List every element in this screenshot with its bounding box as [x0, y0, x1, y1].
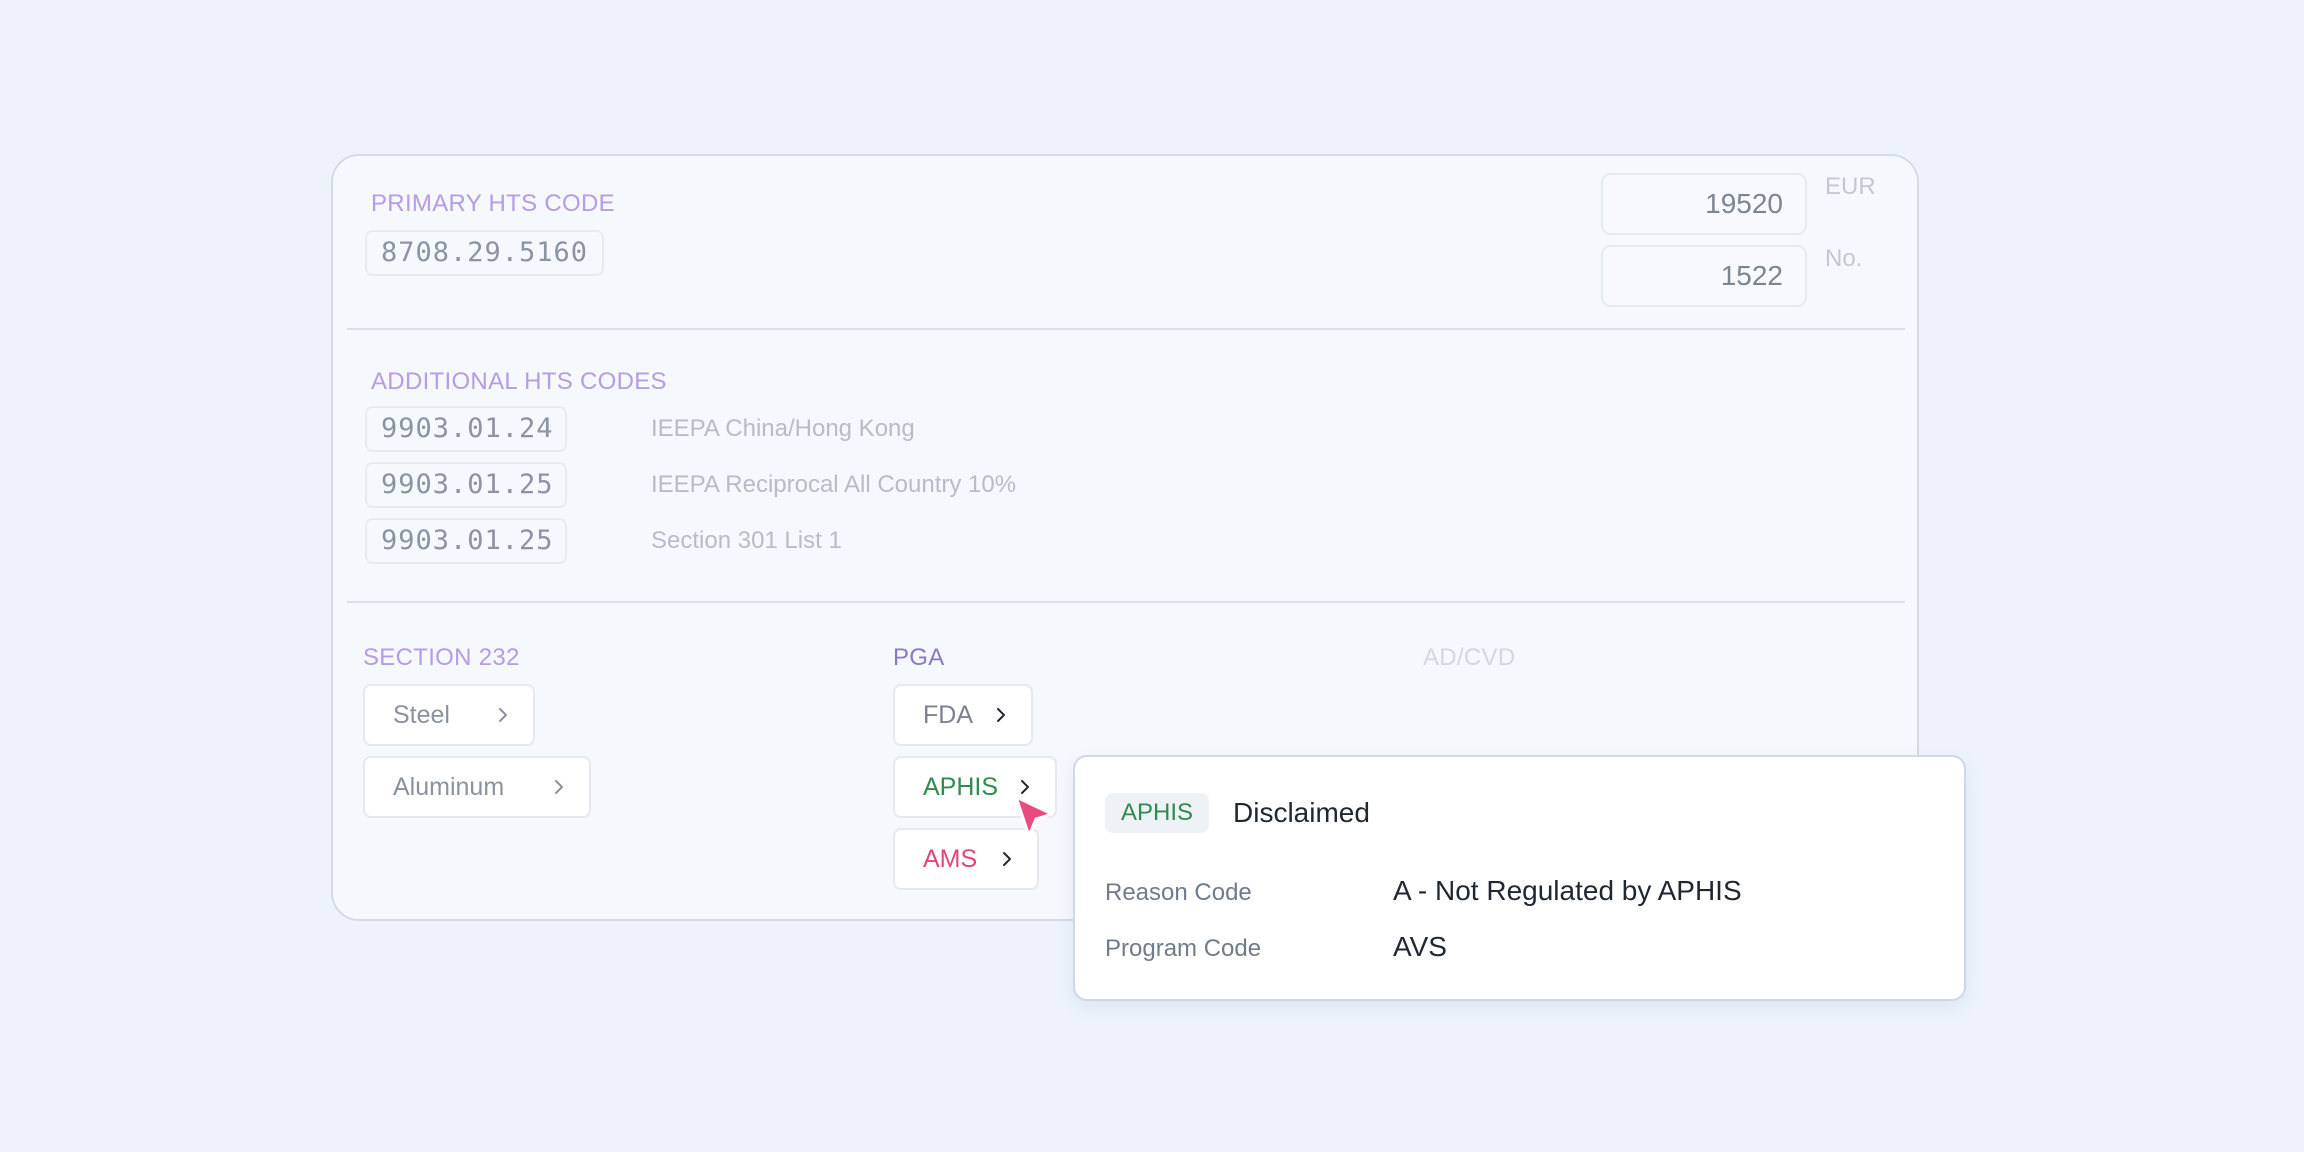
adcvd-label: AD/CVD	[1423, 644, 1516, 671]
popover-key-program: Program Code	[1105, 935, 1262, 962]
additional-hts-desc: IEEPA China/Hong Kong	[651, 415, 915, 442]
additional-hts-desc: IEEPA Reciprocal All Country 10%	[651, 471, 1017, 498]
chevron-right-icon	[499, 708, 507, 722]
quantity-unit: No.	[1825, 245, 1863, 272]
chip-aluminum[interactable]: Aluminum	[363, 756, 591, 818]
popover-key-reason: Reason Code	[1105, 879, 1252, 906]
popover-status: Disclaimed	[1233, 797, 1370, 828]
value-unit: EUR	[1825, 173, 1876, 200]
popover-value-reason: A - Not Regulated by APHIS	[1393, 875, 1742, 906]
chip-steel[interactable]: Steel	[363, 684, 535, 746]
additional-hts-code: 9903.01.25	[365, 518, 567, 564]
chevron-right-icon	[997, 708, 1005, 722]
divider-2	[347, 601, 1905, 603]
primary-hts-label: PRIMARY HTS CODE	[371, 190, 615, 217]
chip-label: Aluminum	[393, 773, 505, 801]
chip-label: APHIS	[923, 773, 999, 801]
chevron-right-icon	[555, 780, 563, 794]
chip-label: FDA	[923, 701, 973, 729]
primary-hts-code: 8708.29.5160	[365, 230, 605, 276]
additional-hts-label: ADDITIONAL HTS CODES	[371, 368, 667, 395]
aphis-popover: APHIS Disclaimed Reason Code A - Not Reg…	[1073, 755, 1966, 1001]
chevron-right-icon	[1021, 780, 1029, 794]
pga-label: PGA	[893, 644, 945, 671]
pointer-cursor-icon	[1014, 795, 1054, 838]
value-input[interactable]: 19520	[1601, 173, 1807, 235]
popover-value-program: AVS	[1393, 931, 1447, 962]
chip-fda[interactable]: FDA	[893, 684, 1033, 746]
additional-hts-desc: Section 301 List 1	[651, 527, 842, 554]
chip-label: Steel	[393, 701, 450, 729]
chip-label: AMS	[923, 845, 978, 873]
additional-hts-code: 9903.01.25	[365, 462, 567, 508]
additional-hts-code: 9903.01.24	[365, 406, 567, 452]
popover-badge: APHIS	[1105, 793, 1210, 833]
section-232-label: SECTION 232	[363, 644, 520, 671]
divider-1	[347, 328, 1905, 330]
chevron-right-icon	[1003, 852, 1011, 866]
quantity-input[interactable]: 1522	[1601, 245, 1807, 307]
